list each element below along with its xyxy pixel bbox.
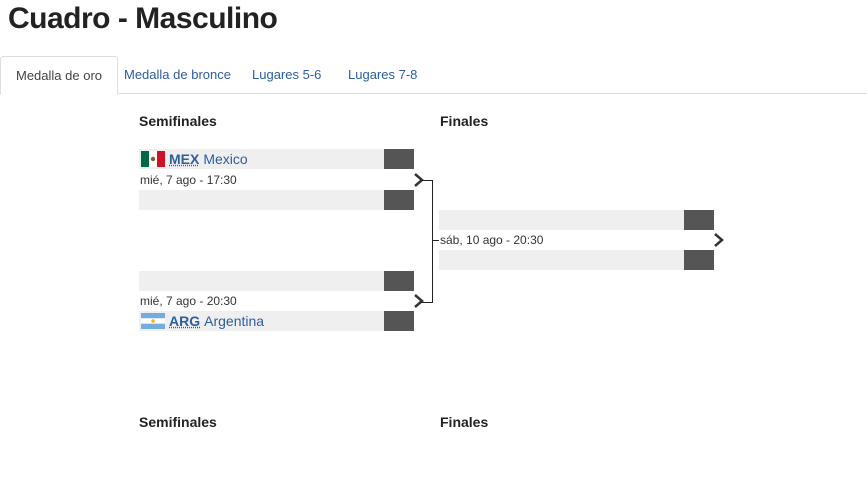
tab-medalla-de-bronce[interactable]: Medalla de bronce	[109, 56, 246, 94]
tab-lugares-7-8[interactable]: Lugares 7-8	[333, 56, 432, 94]
score-box	[384, 149, 414, 169]
score-box	[384, 190, 414, 210]
match-date: mié, 7 ago - 17:30	[140, 173, 237, 187]
team-row-empty	[439, 250, 684, 270]
page-title: Cuadro - Masculino	[8, 2, 278, 35]
round-label-finales: Finales	[440, 113, 489, 129]
score-box	[684, 250, 714, 270]
tab-bar: Medalla de oro Medalla de bronce Lugares…	[0, 56, 867, 95]
team-row-empty	[139, 271, 384, 291]
match-date: mié, 7 ago - 20:30	[140, 294, 237, 308]
team-row-empty	[139, 190, 384, 210]
team-argentina[interactable]: ARG Argentina	[141, 311, 264, 331]
score-box	[384, 271, 414, 291]
tab-lugares-5-6[interactable]: Lugares 5-6	[237, 56, 336, 94]
match-date: sáb, 10 ago - 20:30	[440, 233, 544, 247]
round-label-semifinales: Semifinales	[139, 113, 217, 129]
score-box	[384, 311, 414, 331]
round-label-finales: Finales	[440, 414, 489, 430]
mexico-flag-icon	[141, 151, 165, 167]
team-name[interactable]: Mexico	[203, 149, 247, 169]
argentina-flag-icon	[141, 313, 165, 329]
team-name[interactable]: Argentina	[204, 311, 264, 331]
tab-medalla-de-oro[interactable]: Medalla de oro	[0, 56, 118, 95]
team-abbreviation[interactable]: MEX	[169, 149, 199, 169]
bracket-connector	[420, 180, 433, 303]
team-row-empty	[439, 210, 684, 230]
chevron-right-icon[interactable]	[712, 232, 726, 248]
score-box	[684, 210, 714, 230]
team-mexico[interactable]: MEX Mexico	[141, 149, 248, 169]
round-label-semifinales: Semifinales	[139, 414, 217, 430]
bracket-connector-line	[432, 240, 439, 241]
team-abbreviation[interactable]: ARG	[169, 311, 200, 331]
